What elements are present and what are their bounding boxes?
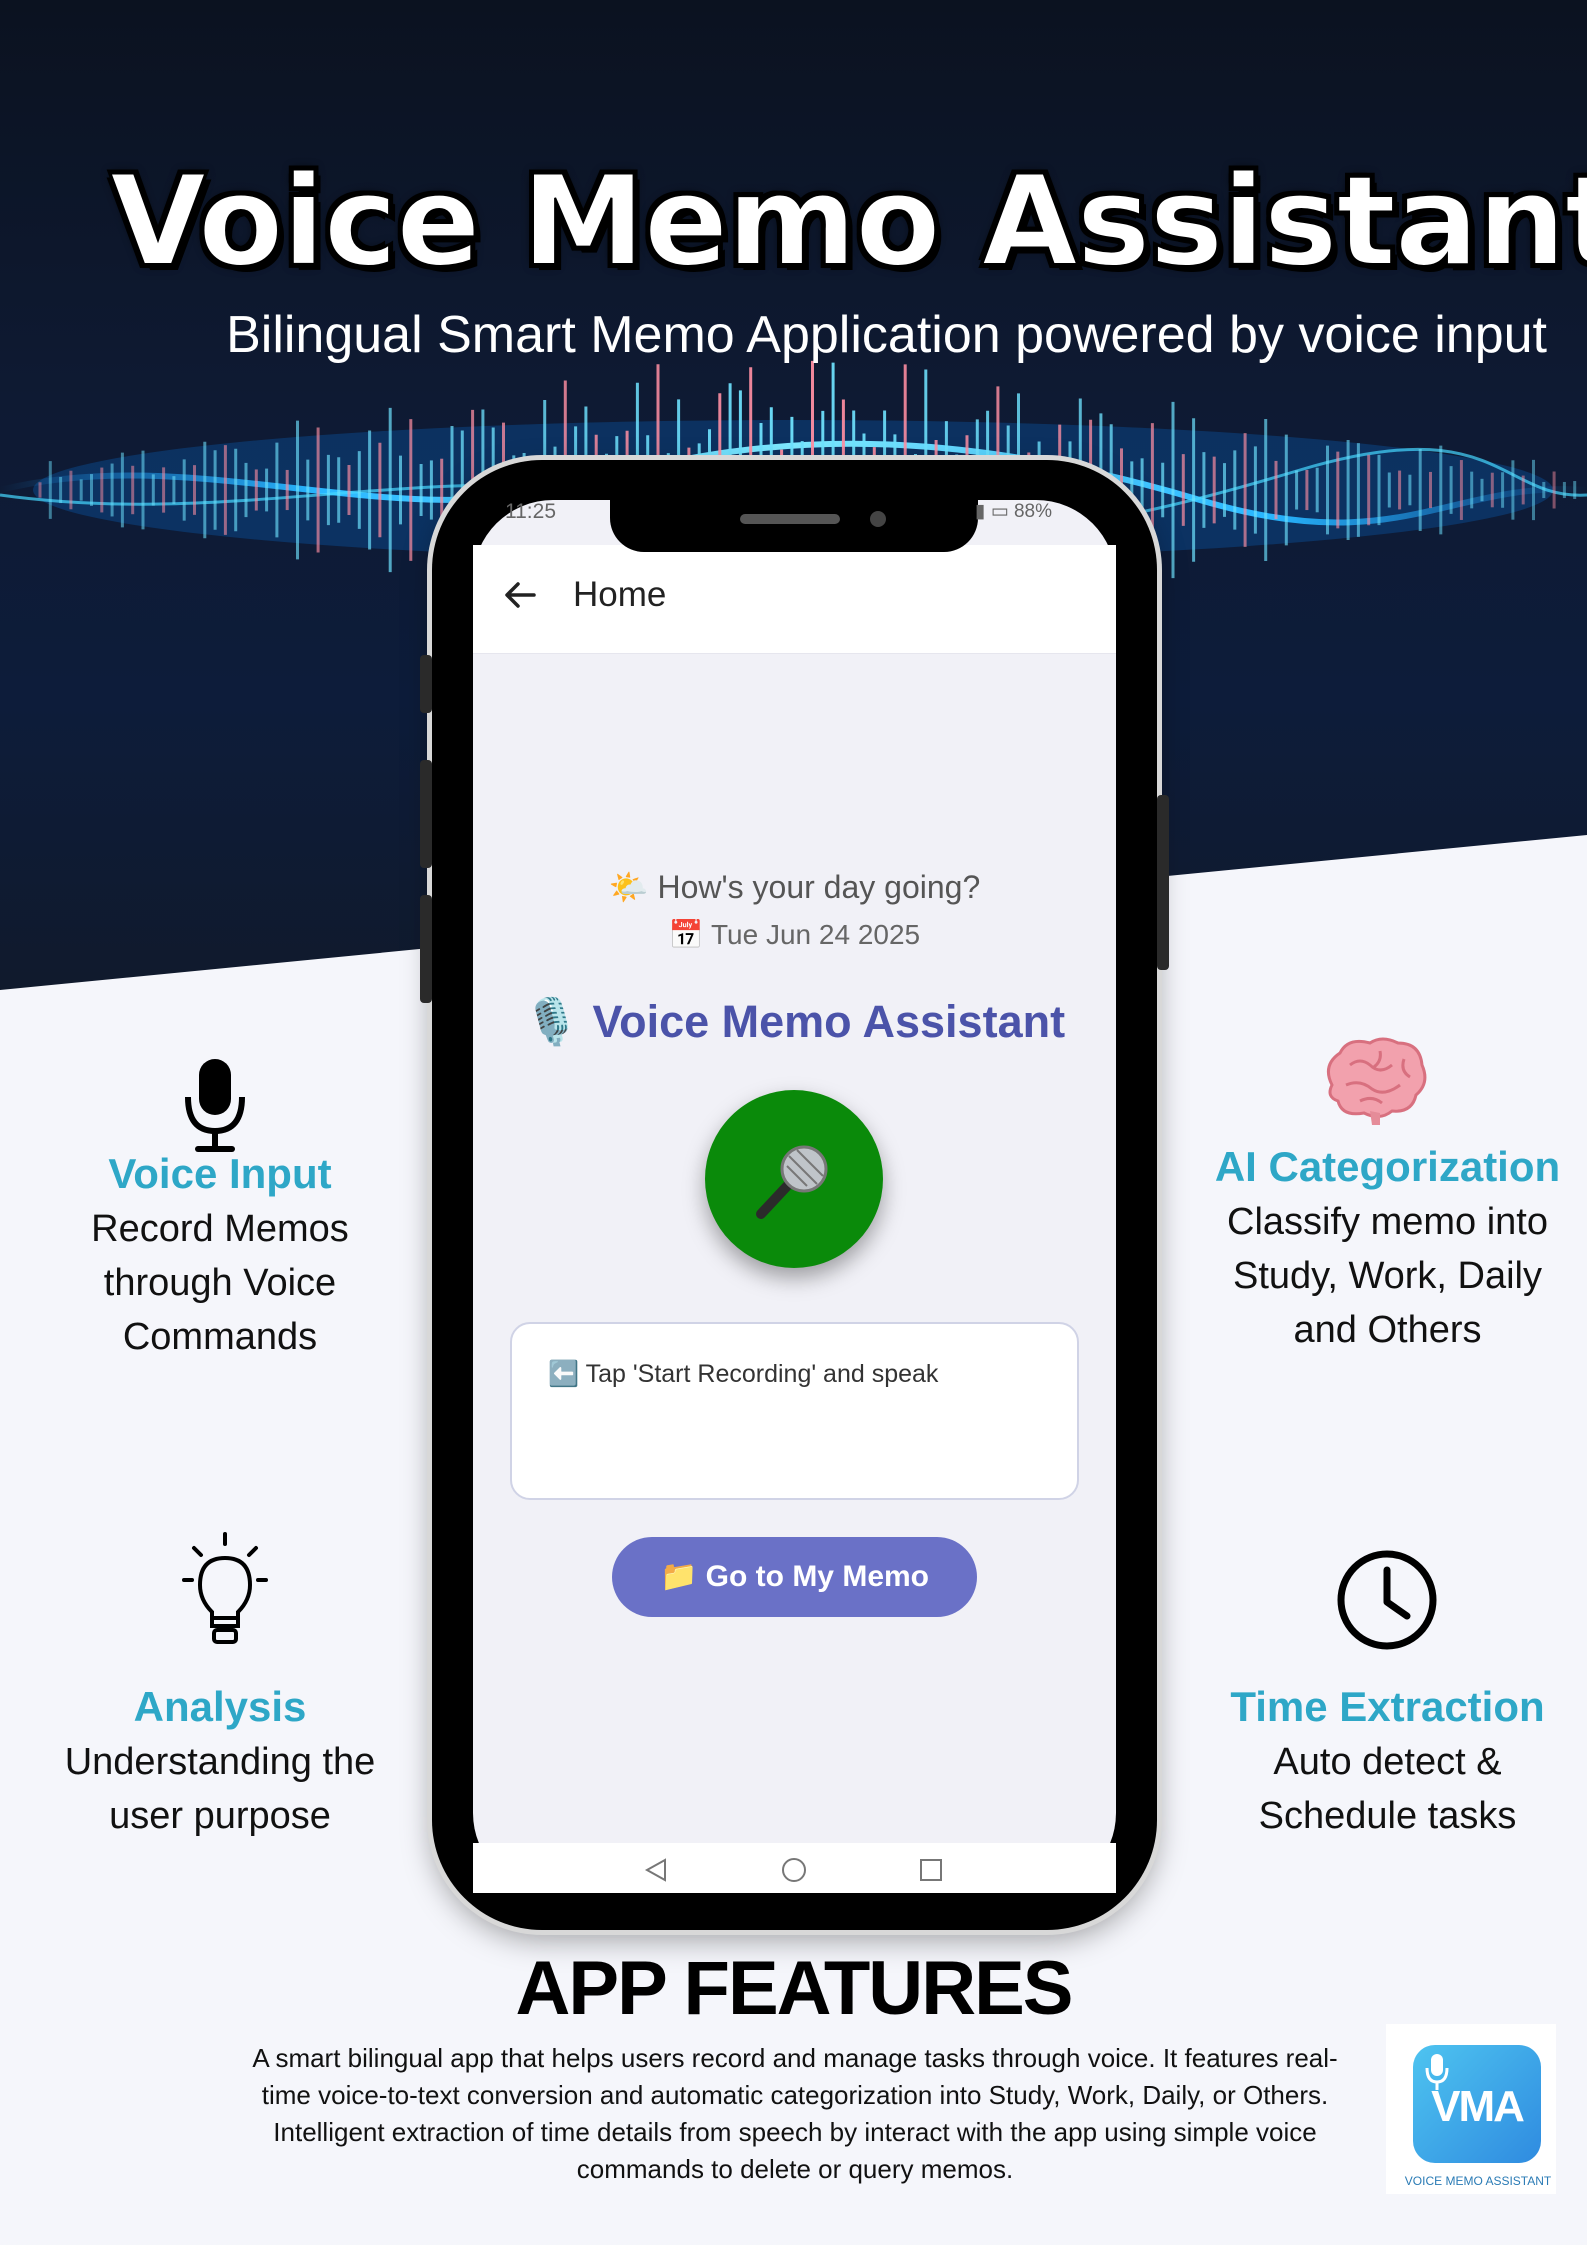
record-button[interactable] xyxy=(705,1090,883,1268)
power-button xyxy=(1157,795,1169,970)
page-subtitle: Bilingual Smart Memo Application powered… xyxy=(226,306,1547,364)
feature-ai-categorization: AI Categorization Classify memo into Stu… xyxy=(1180,1143,1587,1357)
logo-caption: VOICE MEMO ASSISTANT xyxy=(1404,2174,1552,2188)
microphone-icon xyxy=(756,1145,828,1219)
feature-desc-line: Commands xyxy=(122,1316,318,1358)
android-nav-bar xyxy=(473,1843,1116,1893)
feature-title: Time Extraction xyxy=(1230,1683,1545,1730)
feature-desc-line: Classify memo into xyxy=(1227,1201,1548,1243)
appbar-title: Home xyxy=(573,575,667,614)
nav-back-icon[interactable] xyxy=(643,1857,669,1883)
clock-icon xyxy=(1337,1550,1437,1650)
back-arrow-icon[interactable] xyxy=(500,575,540,615)
feature-desc-line: user purpose xyxy=(109,1795,331,1837)
volume-down-button xyxy=(420,760,432,868)
date-text: 📅 Tue Jun 24 2025 xyxy=(668,919,921,950)
app-heading: 🎙️ Voice Memo Assistant xyxy=(523,996,1066,1047)
feature-time-extraction: Time Extraction Auto detect & Schedule t… xyxy=(1200,1683,1575,1843)
logo-text: VMA xyxy=(1431,2082,1525,2131)
nav-home-icon[interactable] xyxy=(781,1857,807,1883)
feature-analysis: Analysis Understanding the user purpose xyxy=(40,1683,400,1843)
signal-icon: ▮ xyxy=(975,501,986,522)
phone-speaker xyxy=(740,514,840,524)
battery-icon: ▭ xyxy=(990,501,1009,522)
feature-voice-input: Voice Input Record Memos through Voice C… xyxy=(40,1150,400,1364)
status-time: 11:25 xyxy=(505,500,556,523)
transcript-placeholder: ⬅️ Tap 'Start Recording' and speak xyxy=(548,1360,939,1388)
microphone-icon xyxy=(185,1059,245,1152)
nav-recents-icon[interactable] xyxy=(918,1857,944,1883)
feature-desc-line: Understanding the xyxy=(64,1741,376,1783)
feature-desc-line: Auto detect & xyxy=(1273,1741,1502,1783)
lightbulb-icon xyxy=(182,1532,268,1644)
feature-desc-line: Study, Work, Daily xyxy=(1232,1255,1542,1297)
front-camera xyxy=(870,511,886,527)
feature-title: AI Categorization xyxy=(1214,1143,1561,1190)
feature-title: Voice Input xyxy=(108,1150,332,1197)
battery-level: 88% xyxy=(1013,501,1053,522)
feature-desc-line: through Voice xyxy=(103,1262,337,1304)
feature-desc-line: Schedule tasks xyxy=(1258,1795,1517,1837)
status-indicators: ▮ ▭ 88% xyxy=(975,500,1052,523)
volume-up-button xyxy=(420,655,432,713)
app-features-heading: APP FEATURES xyxy=(515,1946,1074,2031)
phone-notch xyxy=(610,500,978,552)
feature-desc-line: and Others xyxy=(1293,1309,1482,1351)
feature-title: Analysis xyxy=(133,1683,307,1730)
transcript-box[interactable]: ⬅️ Tap 'Start Recording' and speak xyxy=(510,1322,1079,1500)
page-title: Voice Memo Assistant xyxy=(109,149,1587,295)
feature-desc-line: Record Memos xyxy=(91,1208,349,1250)
brain-icon xyxy=(1326,1037,1427,1125)
app-bar xyxy=(473,545,1116,654)
go-to-memo-button[interactable]: 📁 Go to My Memo xyxy=(612,1537,977,1617)
app-description: A smart bilingual app that helps users r… xyxy=(252,2043,1338,2184)
silent-switch xyxy=(420,895,432,1003)
greeting-text: 🌤️ How's your day going? xyxy=(608,869,981,905)
